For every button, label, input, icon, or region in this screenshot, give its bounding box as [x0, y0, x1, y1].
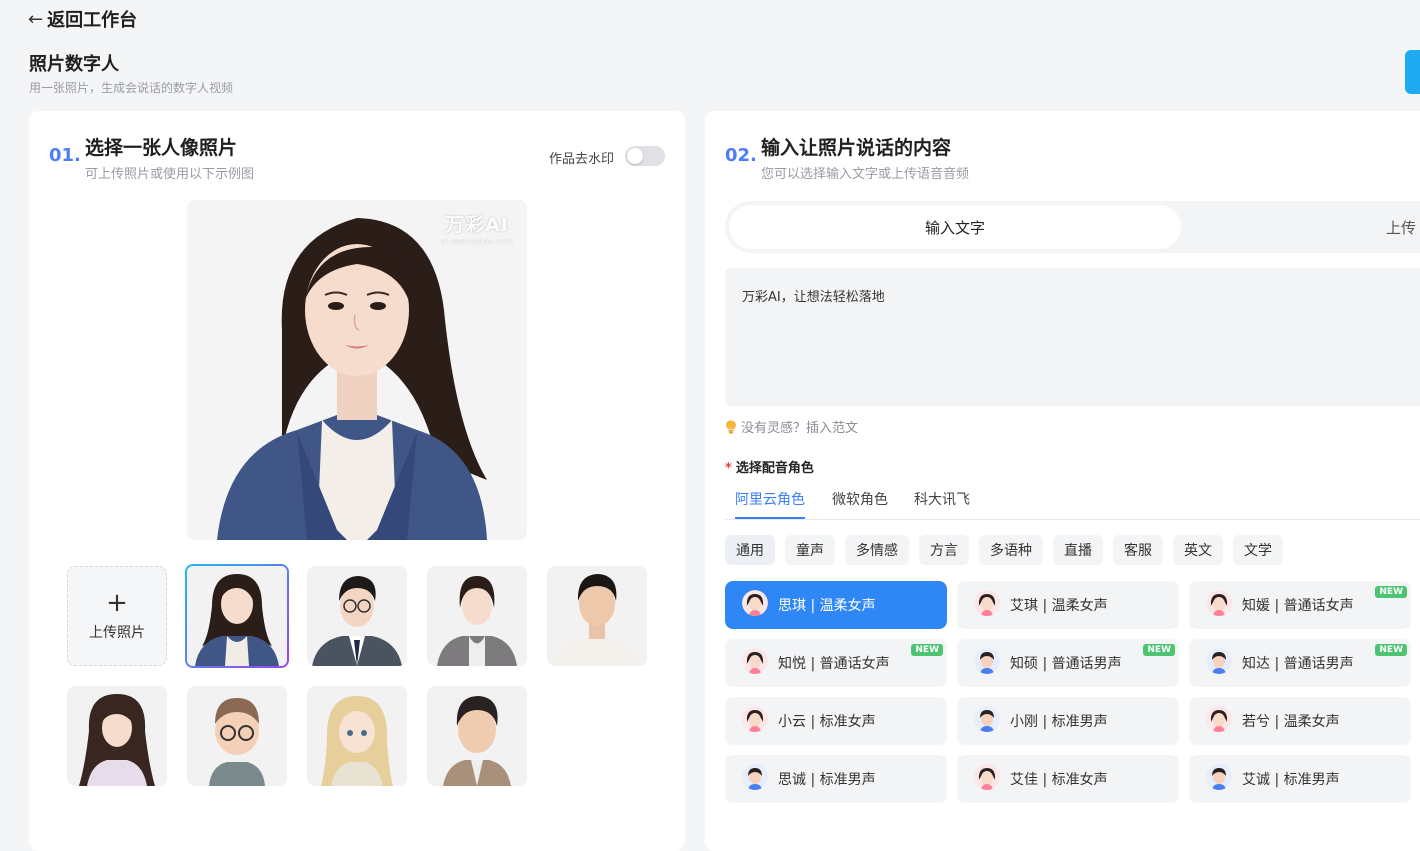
- voice-category-livestream[interactable]: 直播: [1053, 535, 1103, 565]
- tab-microsoft-voices[interactable]: 微软角色: [832, 489, 888, 517]
- tab-upload-audio[interactable]: 上传: [1386, 217, 1416, 238]
- voice-card[interactable]: 知悦 | 普通话女声 NEW: [725, 639, 947, 687]
- voice-category-multilingual[interactable]: 多语种: [979, 535, 1043, 565]
- lightbulb-icon: [726, 420, 736, 433]
- upload-photo-button[interactable]: + 上传照片: [67, 566, 167, 666]
- tab-input-text[interactable]: 输入文字: [729, 205, 1181, 249]
- voice-card-label: 知达 | 普通话男声: [1242, 656, 1354, 672]
- page-title: 照片数字人: [29, 54, 119, 75]
- photo-preview: 万彩AI ai.wancaibao.com: [187, 200, 527, 540]
- voice-category-service[interactable]: 客服: [1113, 535, 1163, 565]
- voice-provider-tabs: 阿里云角色 微软角色 科大讯飞: [725, 489, 1420, 520]
- voice-card[interactable]: 小刚 | 标准男声: [957, 697, 1179, 745]
- watermark-remove-label: 作品去水印: [549, 152, 615, 167]
- voice-category-english[interactable]: 英文: [1173, 535, 1223, 565]
- voice-card[interactable]: 思诚 | 标准男声: [725, 755, 947, 803]
- preview-watermark-logo: 万彩AI ai.wancaibao.com: [440, 214, 513, 246]
- voice-category-literature[interactable]: 文学: [1233, 535, 1283, 565]
- voice-category-child[interactable]: 童声: [785, 535, 835, 565]
- input-mode-tabs: 输入文字 上传: [725, 201, 1420, 253]
- voice-card-label: 艾诚 | 标准男声: [1242, 772, 1340, 788]
- female-voice-avatar-icon: [725, 706, 778, 736]
- voice-card[interactable]: 知达 | 普通话男声 NEW: [1189, 639, 1411, 687]
- voice-category-dialect[interactable]: 方言: [919, 535, 969, 565]
- sample-photo-man-tshirt[interactable]: [547, 566, 647, 666]
- voice-card[interactable]: 艾佳 | 标准女声: [957, 755, 1179, 803]
- sample-photo-girl-long-hair[interactable]: [67, 686, 167, 786]
- voice-card-label: 艾琪 | 温柔女声: [1010, 598, 1108, 614]
- female-voice-avatar-icon: [957, 764, 1010, 794]
- voice-card-label: 小刚 | 标准男声: [1010, 714, 1108, 730]
- portrait-woman-preview-image: [187, 200, 527, 540]
- male-voice-avatar-icon: [1189, 648, 1242, 678]
- male-voice-avatar-icon: [957, 706, 1010, 736]
- insert-sample-text-label: 没有灵感？插入范文: [741, 421, 859, 436]
- new-badge: NEW: [1375, 644, 1407, 656]
- male-voice-avatar-icon: [957, 648, 1010, 678]
- upload-photo-label: 上传照片: [89, 625, 145, 641]
- voice-card[interactable]: 艾琪 | 温柔女声: [957, 581, 1179, 629]
- voice-card[interactable]: 知媛 | 普通话女声 NEW: [1189, 581, 1411, 629]
- female-voice-avatar-icon: [1189, 590, 1242, 620]
- watermark-remove-toggle[interactable]: [625, 146, 665, 166]
- step-2-title: 输入让照片说话的内容: [761, 137, 952, 159]
- new-badge: NEW: [1375, 586, 1407, 598]
- step-1-number: 01.: [49, 145, 81, 166]
- step-2-subtitle: 您可以选择输入文字或上传语音音频: [761, 167, 970, 182]
- back-arrow-icon: ←: [28, 8, 44, 30]
- content-input-panel: 02. 输入让照片说话的内容 您可以选择输入文字或上传语音音频 输入文字 上传 …: [705, 111, 1420, 851]
- sample-photo-cartoon-blonde-girl[interactable]: [307, 686, 407, 786]
- voice-card-label: 小云 | 标准女声: [778, 714, 876, 730]
- voice-card[interactable]: 若兮 | 温柔女声: [1189, 697, 1411, 745]
- sample-photo-cartoon-boy-jacket[interactable]: [427, 686, 527, 786]
- tab-aliyun-voices[interactable]: 阿里云角色: [735, 489, 805, 519]
- voice-card-label: 思琪 | 温柔女声: [778, 598, 876, 614]
- step-1-title: 选择一张人像照片: [85, 137, 238, 159]
- new-badge: NEW: [1143, 644, 1175, 656]
- voice-card-label: 思诚 | 标准男声: [778, 772, 876, 788]
- voice-card-label: 知媛 | 普通话女声: [1242, 598, 1354, 614]
- voice-card[interactable]: 小云 | 标准女声: [725, 697, 947, 745]
- female-voice-avatar-icon: [725, 590, 778, 620]
- speech-text-input[interactable]: 万彩AI，让想法轻松落地: [725, 268, 1420, 406]
- voice-card-label: 艾佳 | 标准女声: [1010, 772, 1108, 788]
- sample-photo-woman-gray-suit[interactable]: [427, 566, 527, 666]
- sample-photo-cartoon-boy-glasses[interactable]: [187, 686, 287, 786]
- page-subtitle: 用一张照片，生成会说话的数字人视频: [29, 81, 234, 95]
- male-voice-avatar-icon: [1189, 764, 1242, 794]
- required-marker: *: [725, 461, 732, 476]
- voice-card[interactable]: 知硕 | 普通话男声 NEW: [957, 639, 1179, 687]
- back-label: 返回工作台: [47, 10, 138, 31]
- sample-photo-man-glasses[interactable]: [307, 566, 407, 666]
- female-voice-avatar-icon: [957, 590, 1010, 620]
- voice-card[interactable]: 艾诚 | 标准男声: [1189, 755, 1411, 803]
- toggle-knob: [627, 148, 643, 164]
- insert-sample-text-link[interactable]: 没有灵感？插入范文: [725, 417, 858, 436]
- voice-card-label: 知悦 | 普通话女声: [778, 656, 890, 672]
- voice-category-emotion[interactable]: 多情感: [845, 535, 909, 565]
- back-to-workbench-link[interactable]: ← 返回工作台: [28, 6, 137, 32]
- step-2-number: 02.: [725, 145, 757, 166]
- voice-card-label: 若兮 | 温柔女声: [1242, 714, 1340, 730]
- photo-select-panel: 01. 选择一张人像照片 可上传照片或使用以下示例图 作品去水印 万彩AI ai…: [29, 111, 685, 851]
- voice-role-heading: * 选择配音角色: [725, 461, 814, 476]
- top-action-button[interactable]: [1405, 50, 1420, 94]
- female-voice-avatar-icon: [1189, 706, 1242, 736]
- voice-card-label: 知硕 | 普通话男声: [1010, 656, 1122, 672]
- voice-category-general[interactable]: 通用: [725, 535, 775, 565]
- sample-photo-woman-suit[interactable]: [185, 564, 289, 668]
- female-voice-avatar-icon: [725, 648, 778, 678]
- male-voice-avatar-icon: [725, 764, 778, 794]
- new-badge: NEW: [911, 644, 943, 656]
- step-1-subtitle: 可上传照片或使用以下示例图: [85, 167, 255, 182]
- tab-iflytek-voices[interactable]: 科大讯飞: [914, 489, 970, 517]
- plus-icon: +: [106, 588, 128, 618]
- voice-card[interactable]: 思琪 | 温柔女声: [725, 581, 947, 629]
